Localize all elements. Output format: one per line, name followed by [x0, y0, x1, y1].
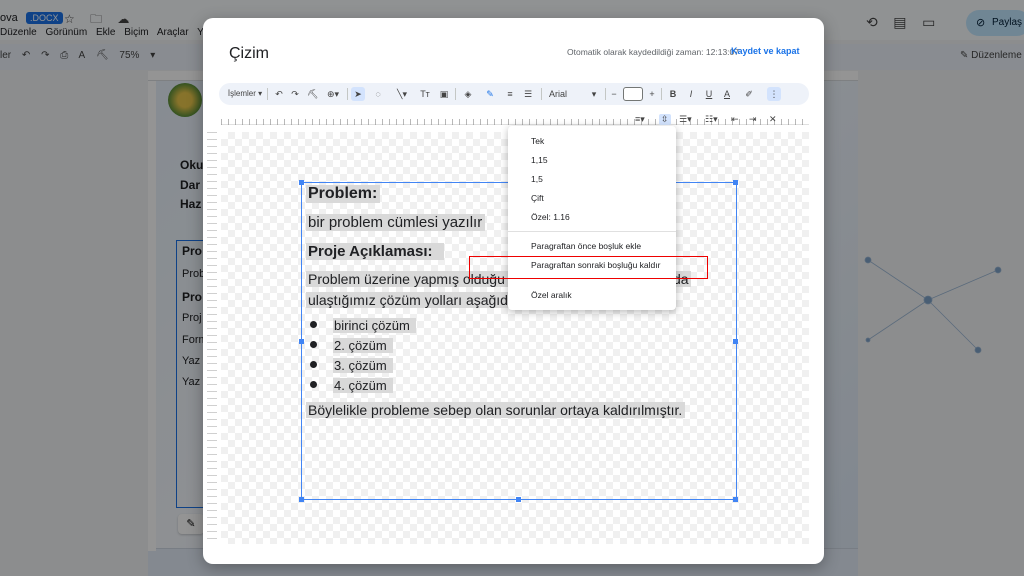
border-color-icon[interactable]: ✎	[483, 87, 497, 101]
font-family-select[interactable]: Arial	[549, 87, 579, 101]
font-size-input[interactable]	[623, 87, 643, 101]
paint-format-icon[interactable]: ⛏	[307, 87, 319, 101]
menu-divider	[508, 231, 676, 232]
undo-icon[interactable]: ↶	[273, 87, 285, 101]
redo-icon[interactable]: ↷	[289, 87, 301, 101]
font-size-decrease-button[interactable]: −	[609, 87, 619, 101]
resize-handle[interactable]	[299, 180, 304, 185]
list-item: birinci çözüm	[310, 318, 416, 333]
bullet-icon	[310, 321, 317, 328]
problem-text: bir problem cümlesi yazılır	[306, 214, 486, 231]
ruler-ticks	[221, 119, 809, 125]
list-item-text: 2. çözüm	[333, 338, 393, 353]
actions-menu[interactable]: İşlemler ▾	[225, 87, 265, 101]
font-size-increase-button[interactable]: +	[647, 87, 657, 101]
bold-button[interactable]: B	[667, 87, 679, 101]
save-and-close-button[interactable]: Kaydet ve kapat	[731, 46, 800, 56]
add-space-before-paragraph[interactable]: Paragraftan önce boşluk ekle	[531, 241, 641, 251]
bullet-icon	[310, 341, 317, 348]
spacing-option-single[interactable]: Tek	[531, 136, 544, 146]
toolbar-separator	[267, 88, 268, 100]
line-tool-icon[interactable]: ╲▾	[391, 87, 413, 101]
clear-formatting-icon[interactable]: ✕	[769, 114, 777, 125]
list-item-text: 3. çözüm	[333, 358, 393, 373]
border-dash-icon[interactable]: ☰	[521, 87, 535, 101]
toolbar-separator	[455, 88, 456, 100]
shape-icon[interactable]: ◌	[371, 87, 385, 101]
decrease-indent-icon[interactable]: ⇤	[731, 114, 739, 125]
zoom-icon[interactable]: ⊕▾	[323, 87, 343, 101]
chevron-down-icon[interactable]: ▾	[589, 87, 599, 101]
underline-button[interactable]: U	[703, 87, 715, 101]
vertical-ruler	[207, 132, 217, 544]
line-spacing-menu: Tek 1,15 1,5 Çift Özel: 1.16 Paragraftan…	[508, 126, 676, 310]
increase-indent-icon[interactable]: ⇥	[749, 114, 757, 125]
closing-line: Böylelikle probleme sebep olan sorunlar …	[306, 402, 686, 418]
spacing-option-custom-value[interactable]: Özel: 1.16	[531, 212, 570, 222]
line-spacing-icon[interactable]: ⇳	[659, 114, 671, 125]
align-icon[interactable]: ≡▾	[635, 114, 645, 125]
list-item-text: 4. çözüm	[333, 378, 393, 393]
list-item: 2. çözüm	[310, 338, 393, 353]
fill-color-icon[interactable]: ◈	[461, 87, 475, 101]
list-item: 3. çözüm	[310, 358, 393, 373]
annotation-highlight-box	[469, 256, 708, 279]
more-options-button[interactable]: ⋮	[767, 87, 781, 101]
custom-spacing-option[interactable]: Özel aralık	[531, 290, 572, 300]
drawing-toolbar: İşlemler ▾ ↶ ↷ ⛏ ⊕▾ ➤ ◌ ╲▾ Tт ▣ ◈ ✎ ≡ ☰ …	[219, 83, 809, 105]
toolbar-separator	[347, 88, 348, 100]
resize-handle[interactable]	[299, 339, 304, 344]
bullet-icon	[310, 361, 317, 368]
resize-handle[interactable]	[299, 497, 304, 502]
border-weight-icon[interactable]: ≡	[503, 87, 517, 101]
spacing-option-double[interactable]: Çift	[531, 193, 544, 203]
toolbar-separator	[541, 88, 542, 100]
bullet-icon	[310, 381, 317, 388]
toolbar-separator	[661, 88, 662, 100]
text-color-button[interactable]: A	[721, 87, 733, 101]
resize-handle[interactable]	[733, 339, 738, 344]
select-cursor-icon[interactable]: ➤	[351, 87, 365, 101]
text-box-icon[interactable]: Tт	[417, 87, 433, 101]
bulleted-list-icon[interactable]: ☰▾	[679, 114, 692, 125]
resize-handle[interactable]	[733, 180, 738, 185]
toolbar-separator	[605, 88, 606, 100]
heading-project-description: Proje Açıklaması:	[306, 243, 444, 260]
resize-handle[interactable]	[733, 497, 738, 502]
list-item-text: birinci çözüm	[333, 318, 416, 333]
spacing-option-1-5[interactable]: 1,5	[531, 174, 543, 184]
drawing-ruler	[221, 111, 809, 125]
heading-problem: Problem:	[306, 185, 380, 203]
highlight-color-icon[interactable]: ✐	[743, 87, 755, 101]
autosave-status: Otomatik olarak kaydedildiği zaman: 12:1…	[567, 47, 739, 57]
dialog-title: Çizim	[229, 45, 269, 62]
image-icon[interactable]: ▣	[437, 87, 451, 101]
numbered-list-icon[interactable]: ☷▾	[705, 114, 718, 125]
italic-button[interactable]: I	[685, 87, 697, 101]
spacing-option-1-15[interactable]: 1,15	[531, 155, 548, 165]
list-item: 4. çözüm	[310, 378, 393, 393]
resize-handle[interactable]	[516, 497, 521, 502]
